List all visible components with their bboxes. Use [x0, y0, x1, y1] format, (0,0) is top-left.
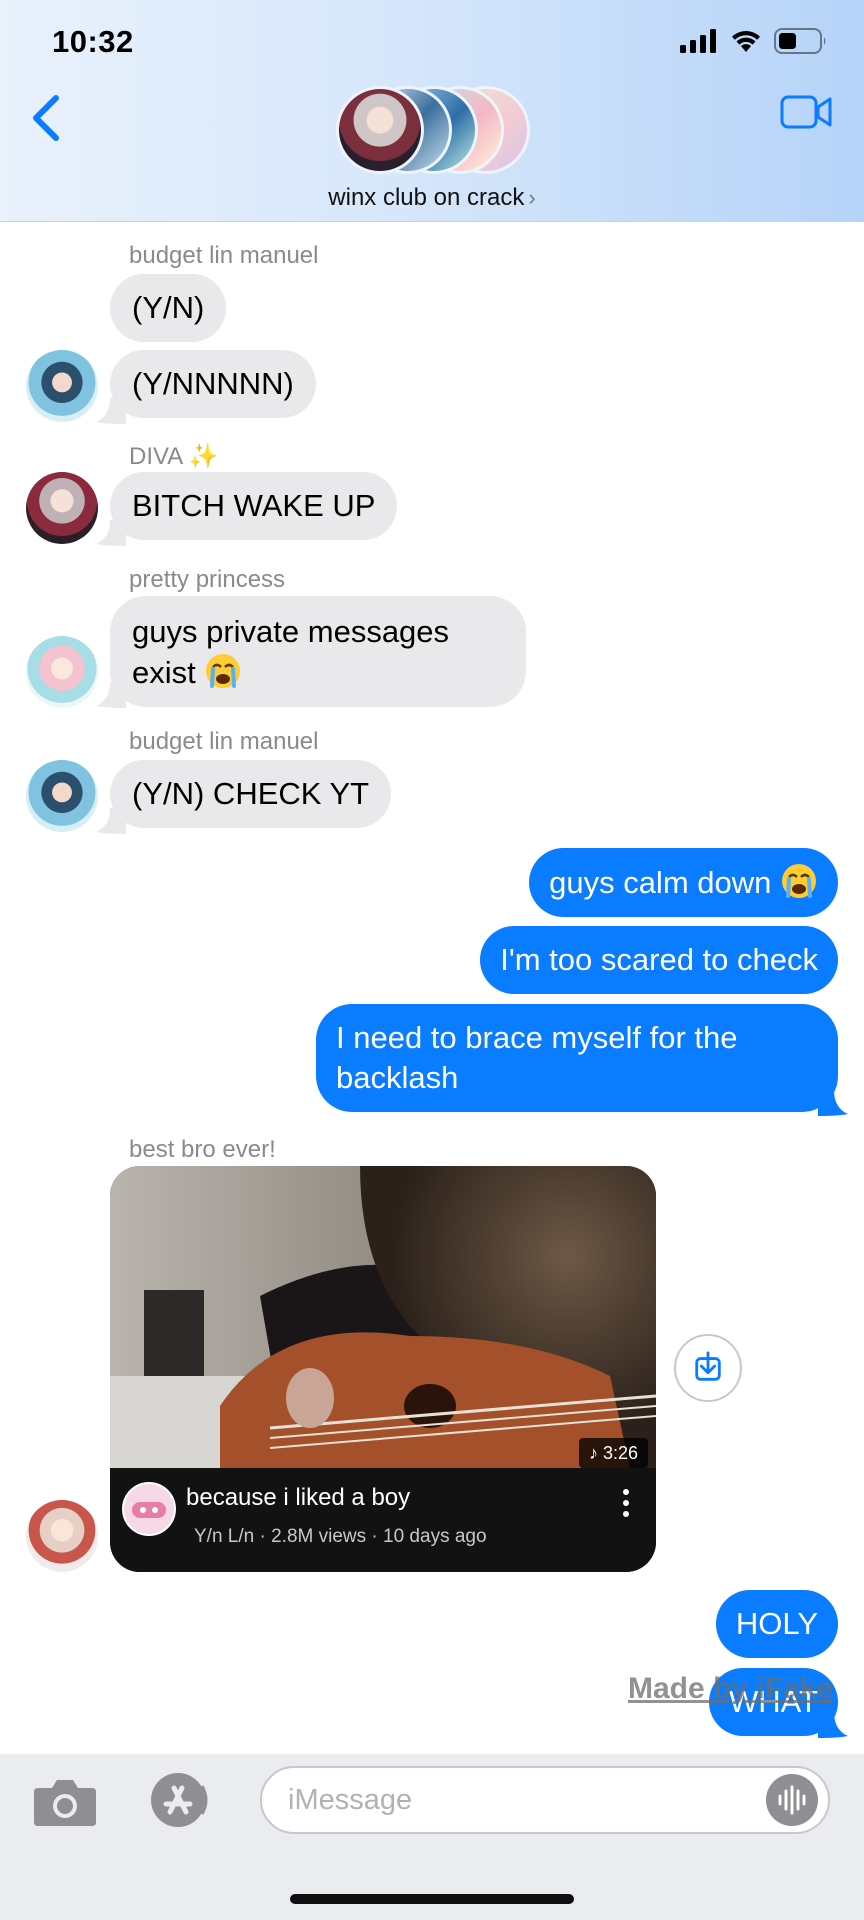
video-camera-icon[interactable] — [780, 92, 832, 132]
group-name[interactable]: winx club on crack › — [0, 184, 864, 212]
sender-name: budget lin manuel — [129, 242, 319, 269]
more-options-icon[interactable] — [622, 1488, 630, 1518]
video-info-bar: because i liked a boy Y/n L/n · 2.8M vie… — [110, 1468, 656, 1572]
avatar-best-bro-ever[interactable] — [26, 1500, 98, 1572]
message-input[interactable] — [260, 1766, 830, 1834]
message-text: I'm too scared to check — [500, 942, 818, 977]
message-text: HOLY — [735, 1606, 818, 1641]
watermark-text: Made by iFake — [628, 1672, 834, 1705]
app-store-icon[interactable] — [142, 1770, 216, 1830]
message-text: BITCH WAKE UP — [132, 488, 376, 523]
wifi-icon — [732, 30, 760, 52]
message-text: (Y/N) CHECK YT — [132, 776, 370, 811]
sender-name: pretty princess — [129, 566, 286, 593]
avatar-diva[interactable] — [26, 472, 98, 544]
message-bubble-incoming[interactable]: guys private messages exist — [110, 596, 526, 707]
youtube-link-card[interactable]: ♪ 3:26 because i liked a boy Y/n L/n · 2… — [110, 1166, 656, 1572]
message-text: I need to brace myself for the — [336, 1020, 738, 1055]
chat-header: 10:32 winx club on crack › — [0, 0, 864, 222]
message-bubble-incoming[interactable]: (Y/NNNNN) — [110, 350, 316, 418]
loudly-crying-face-icon — [782, 864, 816, 898]
message-text-line-2: backlash — [336, 1060, 459, 1095]
message-bubble-incoming[interactable]: (Y/N) CHECK YT — [110, 760, 392, 828]
video-title: because i liked a boy — [186, 1484, 411, 1511]
video-thumbnail — [110, 1166, 656, 1468]
message-text: guys calm down — [549, 865, 772, 900]
status-time: 10:32 — [52, 24, 134, 59]
avatar-pretty-princess[interactable] — [26, 636, 98, 708]
message-bubble-outgoing[interactable]: I need to brace myself for the backlash — [316, 1004, 838, 1112]
save-download-icon[interactable] — [674, 1334, 742, 1402]
bubble-tail — [96, 520, 126, 546]
sender-name: best bro ever! — [129, 1136, 276, 1163]
avatar-budget-lin-manuel[interactable] — [26, 760, 98, 832]
message-bubble-outgoing[interactable]: guys calm down — [529, 848, 838, 917]
avatar-budget-lin-manuel[interactable] — [26, 350, 98, 422]
views-and-date: · 2.8M views · 10 days ago — [259, 1526, 487, 1547]
loudly-crying-face-icon — [206, 654, 241, 688]
message-text: guys private messages — [132, 614, 450, 649]
group-avatar-1 — [336, 86, 424, 174]
bubble-tail — [96, 682, 126, 708]
bubble-tail — [96, 398, 126, 424]
audio-waveform-icon[interactable] — [766, 1774, 818, 1826]
cellular-signal-icon — [680, 29, 716, 53]
battery-icon — [774, 28, 826, 54]
bubble-tail — [96, 808, 126, 834]
video-meta: Y/n L/n · 2.8M views · 10 days ago — [194, 1526, 487, 1548]
sender-name: DIVA ✨ — [129, 443, 219, 470]
message-composer — [0, 1754, 864, 1920]
bubble-tail — [818, 1090, 848, 1116]
bubble-tail — [818, 1712, 848, 1738]
status-icons — [680, 28, 828, 54]
video-duration: ♪ 3:26 — [578, 1438, 648, 1468]
channel-name: Y/n L/n — [194, 1526, 255, 1547]
message-bubble-incoming[interactable]: (Y/N) — [110, 274, 227, 342]
message-bubble-outgoing[interactable]: I'm too scared to check — [480, 926, 838, 994]
group-name-label: winx club on crack — [328, 184, 525, 211]
sender-name: budget lin manuel — [129, 728, 319, 755]
message-text: (Y/NNNNN) — [132, 366, 294, 401]
message-text-line-2: exist — [132, 652, 504, 693]
message-bubble-outgoing[interactable]: HOLY — [715, 1590, 838, 1658]
group-avatar-stack[interactable] — [336, 86, 530, 174]
chevron-right-icon: › — [528, 185, 536, 210]
camera-icon[interactable] — [32, 1776, 98, 1828]
music-note-icon: ♪ — [588, 1443, 603, 1463]
message-bubble-incoming[interactable]: BITCH WAKE UP — [110, 472, 398, 540]
back-chevron-icon[interactable] — [26, 90, 66, 146]
home-indicator[interactable] — [290, 1894, 574, 1904]
channel-avatar — [122, 1482, 176, 1536]
message-text: (Y/N) — [132, 290, 205, 325]
